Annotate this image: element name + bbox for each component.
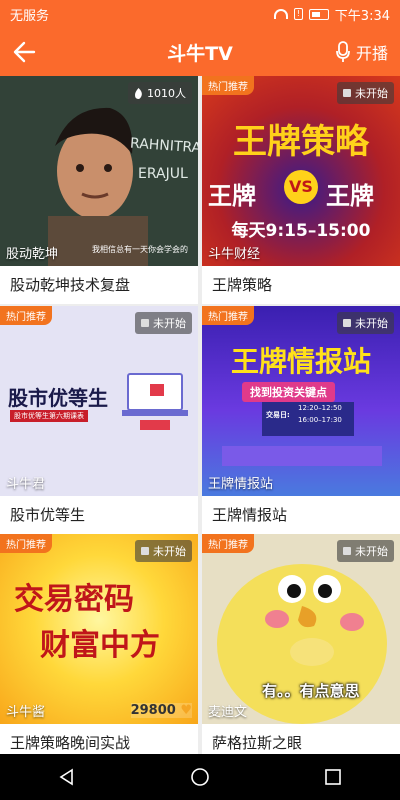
go-live-button[interactable]: 开播 xyxy=(336,40,388,64)
stream-title: 王牌策略晚间实战 xyxy=(10,734,131,752)
circle-home-icon xyxy=(191,768,209,786)
hot-recommend-tag: 热门推荐 xyxy=(202,76,254,95)
stream-thumbnail: 热门推荐 未开始 王牌策略 王牌 VS 王牌 每天9:15–15:00 斗牛财经 xyxy=(202,76,400,266)
stream-thumbnail: 热门推荐 未开始 交易密码 财富中方 斗牛酱 29800 ♥ xyxy=(0,534,198,724)
poster-headline: 王牌策略 xyxy=(233,122,369,162)
laptop-illustration xyxy=(122,373,188,430)
stream-grid: RAHNITRA ERAJUL 我相信总有一天你会学会的 1010人 股动乾坤 … xyxy=(0,76,400,754)
poster-headline: 股市优等生 xyxy=(8,386,108,410)
status-badge: 未开始 xyxy=(337,82,394,104)
flame-icon xyxy=(135,87,142,99)
back-arrow-icon xyxy=(13,41,36,63)
poster-schedule-time-2: 16:00–17:30 xyxy=(298,416,342,424)
app-bar: 斗牛TV 开播 xyxy=(0,28,400,76)
viewer-count-badge: 1010人 xyxy=(128,82,192,104)
stream-card[interactable]: 热门推荐 未开始 交易密码 财富中方 斗牛酱 29800 ♥ 王牌策略晚间实战 xyxy=(0,534,198,754)
meme-caption: 有。。有点意思 xyxy=(262,682,360,700)
go-live-label: 开播 xyxy=(355,44,388,63)
streamer-name: 斗牛君 xyxy=(6,477,46,492)
badge-text: 未开始 xyxy=(355,317,388,330)
heart-icon: ♥ xyxy=(180,703,192,718)
stream-title: 股动乾坤技术复盘 xyxy=(10,276,131,294)
stream-thumbnail: 热门推荐 未开始 王牌情报站 找到投资关键点 交易日: 12:20–12:50 … xyxy=(202,306,400,496)
page-title: 斗牛TV xyxy=(167,42,233,65)
stream-title: 股市优等生 xyxy=(10,506,86,524)
back-button[interactable] xyxy=(10,36,42,68)
status-bar: 无服务 ! 下午3:34 xyxy=(0,0,400,28)
streamer-name: 王牌情报站 xyxy=(208,477,274,492)
poster-schedule: 每天9:15–15:00 xyxy=(231,221,371,241)
badge-text: 未开始 xyxy=(153,317,186,330)
badge-text: 未开始 xyxy=(355,87,388,100)
subtitle-text: 我相信总有一天你会学会的 xyxy=(92,245,188,254)
poster-stage xyxy=(222,446,382,466)
sim-icon: ! xyxy=(293,8,303,20)
poster-subline: 找到投资关键点 xyxy=(242,382,335,402)
stream-card[interactable]: 热门推荐 未开始 王牌情报站 找到投资关键点 交易日: 12:20–12:50 … xyxy=(202,306,400,534)
status-dot-icon xyxy=(141,319,149,327)
square-recents-icon xyxy=(325,769,342,785)
view-count: 29800 ♥ xyxy=(130,703,192,718)
streamer-name: 斗牛财经 xyxy=(208,247,261,262)
badge-text: 未开始 xyxy=(153,545,186,558)
status-badge: 未开始 xyxy=(135,312,192,334)
clock-text: 下午3:34 xyxy=(334,8,390,24)
view-count-value: 29800 xyxy=(130,703,176,718)
badge-text: 1010人 xyxy=(147,87,186,100)
hot-recommend-tag: 热门推荐 xyxy=(0,306,52,325)
triangle-back-icon xyxy=(59,768,73,786)
hot-recommend-tag: 热门推荐 xyxy=(0,534,52,553)
poster-left-text: 王牌 xyxy=(208,182,256,210)
stream-card[interactable]: 热门推荐 未开始 王牌策略 王牌 VS 王牌 每天9:15–15:00 斗牛财经… xyxy=(202,76,400,304)
stream-card[interactable]: 热门推荐 未开始 股市优等生 股市优等生第六期课表 斗牛君 股市优等生 xyxy=(0,306,198,534)
stream-thumbnail: 热门推荐 未开始 股市优等生 股市优等生第六期课表 斗牛君 xyxy=(0,306,198,496)
status-dot-icon xyxy=(343,547,351,555)
stream-title: 王牌策略 xyxy=(212,276,273,294)
status-dot-icon xyxy=(343,319,351,327)
status-badge: 未开始 xyxy=(337,540,394,562)
poster-right-text: 王牌 xyxy=(326,182,374,210)
nav-recents-button[interactable] xyxy=(317,761,349,793)
battery-icon xyxy=(308,8,329,20)
nav-home-button[interactable] xyxy=(184,761,216,793)
stream-title: 王牌情报站 xyxy=(212,506,288,524)
status-icons: ! 下午3:34 xyxy=(273,5,390,24)
stream-card[interactable]: 热门推荐 未开始 有。。有点意思 麦迪文 萨格拉斯之眼 xyxy=(202,534,400,754)
stream-thumbnail: 热门推荐 未开始 有。。有点意思 麦迪文 xyxy=(202,534,400,724)
streamer-name: 麦迪文 xyxy=(208,705,248,720)
poster-subline: 股市优等生第六期课表 xyxy=(10,410,88,422)
status-dot-icon xyxy=(141,547,149,555)
streamer-name: 股动乾坤 xyxy=(6,247,59,262)
hot-recommend-tag: 热门推荐 xyxy=(202,534,254,553)
streamer-name: 斗牛酱 xyxy=(6,705,46,720)
poster-schedule-label: 交易日: xyxy=(266,411,290,419)
badge-text: 未开始 xyxy=(355,545,388,558)
system-nav-bar xyxy=(0,754,400,800)
stream-title: 萨格拉斯之眼 xyxy=(212,734,303,752)
poster-headline: 交易密码 xyxy=(14,582,134,617)
poster-subline: 财富中方 xyxy=(40,628,160,663)
nav-back-button[interactable] xyxy=(51,761,83,793)
poster-headline: 王牌情报站 xyxy=(230,345,371,378)
carrier-text: 无服务 xyxy=(10,8,50,24)
vs-emblem: VS xyxy=(284,170,318,204)
microphone-icon xyxy=(336,41,350,62)
poster-schedule-time-1: 12:20–12:50 xyxy=(298,404,342,412)
wifi-icon xyxy=(273,9,288,19)
status-badge: 未开始 xyxy=(135,540,192,562)
stream-card[interactable]: RAHNITRA ERAJUL 我相信总有一天你会学会的 1010人 股动乾坤 … xyxy=(0,76,198,304)
chalkboard-text-2: ERAJUL xyxy=(138,166,188,182)
status-badge: 未开始 xyxy=(337,312,394,334)
status-dot-icon xyxy=(343,89,351,97)
stream-thumbnail: RAHNITRA ERAJUL 我相信总有一天你会学会的 1010人 股动乾坤 xyxy=(0,76,198,266)
hot-recommend-tag: 热门推荐 xyxy=(202,306,254,325)
